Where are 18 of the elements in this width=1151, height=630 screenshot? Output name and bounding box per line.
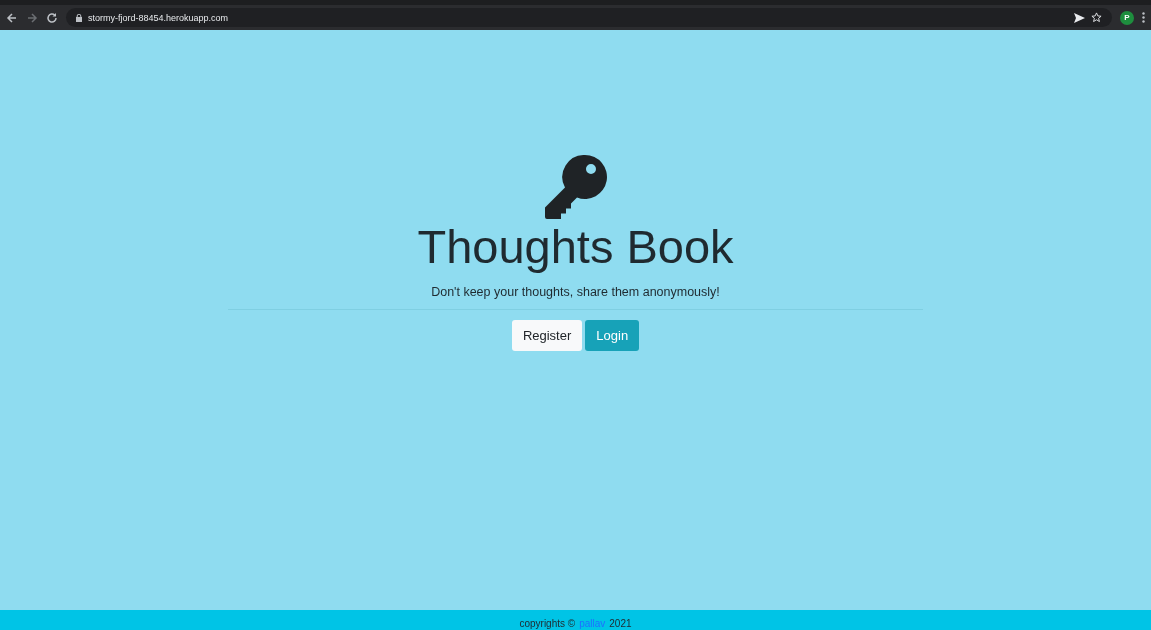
menu-icon[interactable] xyxy=(1142,12,1145,23)
reload-icon[interactable] xyxy=(46,11,58,24)
login-button[interactable]: Login xyxy=(585,320,640,351)
star-icon[interactable] xyxy=(1091,12,1102,23)
key-icon xyxy=(544,155,607,219)
lock-icon xyxy=(76,13,82,22)
back-icon[interactable] xyxy=(6,11,18,24)
app-title: Thoughts Book xyxy=(417,219,734,275)
copyright-text: copyrights © xyxy=(519,618,576,629)
forward-icon[interactable] xyxy=(26,11,38,24)
tagline: Don't keep your thoughts, share them anonymously! xyxy=(431,285,720,299)
author-link[interactable]: pallav xyxy=(579,618,606,629)
profile-avatar[interactable]: P xyxy=(1120,10,1134,25)
send-icon[interactable] xyxy=(1074,12,1085,23)
register-button[interactable]: Register xyxy=(511,320,583,351)
year-text: 2021 xyxy=(609,618,632,629)
url-text: stormy-fjord-88454.herokuapp.com xyxy=(88,12,229,23)
address-bar[interactable]: stormy-fjord-88454.herokuapp.com xyxy=(66,8,1112,27)
